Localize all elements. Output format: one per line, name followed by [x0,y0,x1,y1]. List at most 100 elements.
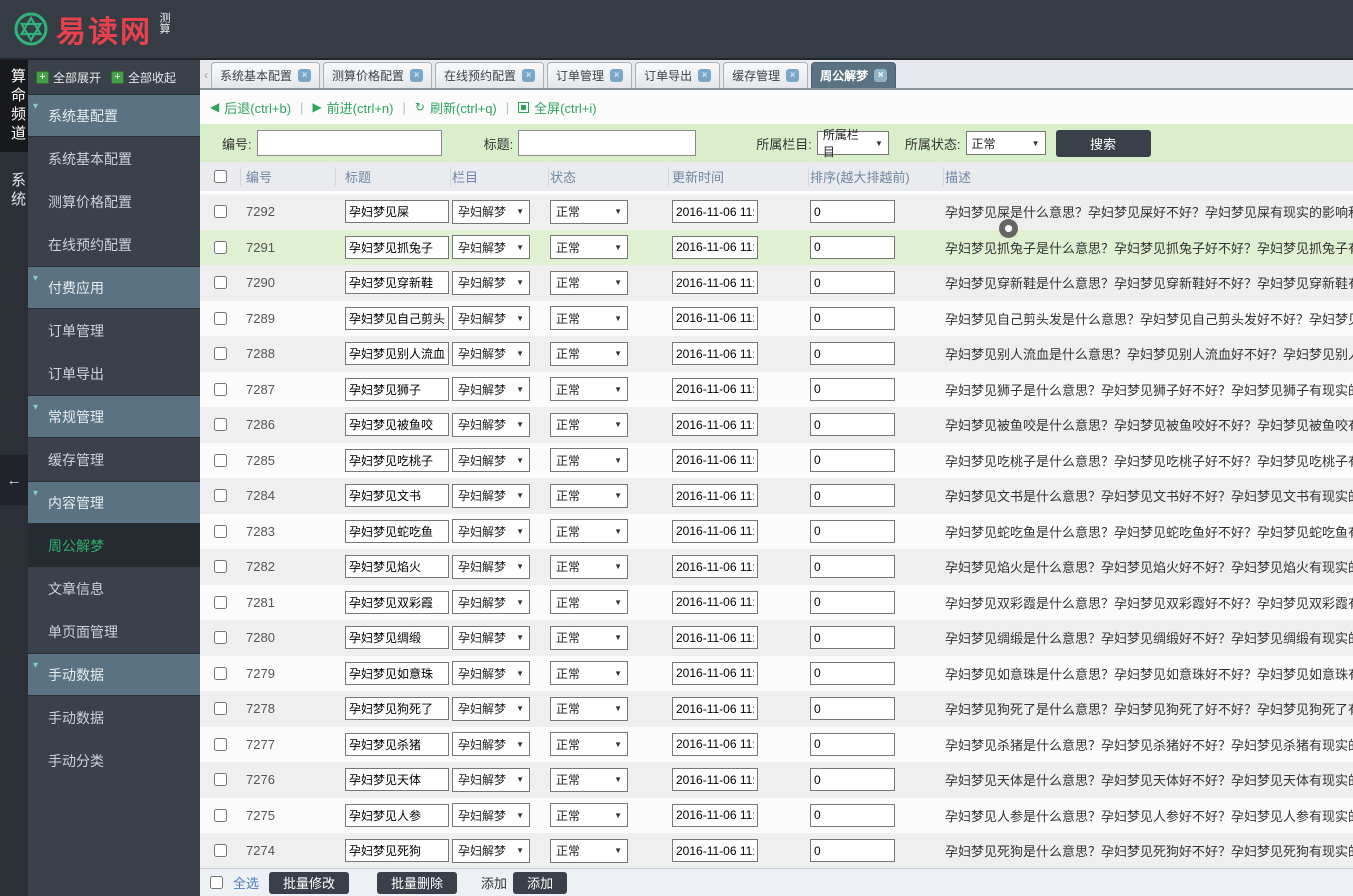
row-column-select[interactable]: 孕妇解梦 ▼ [452,270,530,295]
row-checkbox[interactable] [213,844,227,858]
row-updated-input[interactable] [672,306,758,330]
title-filter-input[interactable] [518,130,697,156]
row-updated-input[interactable] [672,803,758,827]
row-checkbox[interactable] [213,240,227,254]
sidebar-item-订单导出[interactable]: 订单导出 [28,352,200,395]
row-status-select[interactable]: 正常 ▼ [550,448,628,473]
row-title-input[interactable] [345,271,449,295]
row-checkbox[interactable] [213,808,227,822]
row-sort-input[interactable] [810,200,895,224]
row-sort-input[interactable] [810,271,895,295]
row-column-select[interactable]: 孕妇解梦 ▼ [452,519,530,544]
row-column-select[interactable]: 孕妇解梦 ▼ [452,803,530,828]
toolbar-back-arrow-button[interactable]: ◀ 后退(ctrl+b) [210,98,291,117]
sidebar-item-周公解梦[interactable]: 周公解梦 [28,524,200,567]
add-button[interactable]: 添加 [513,871,568,894]
row-title-input[interactable] [345,590,449,614]
row-updated-input[interactable] [672,413,758,437]
tab-scroll-left-icon[interactable]: ‹ [202,68,211,88]
row-title-input[interactable] [345,519,449,543]
row-updated-input[interactable] [672,235,758,259]
row-title-input[interactable] [345,235,449,259]
row-status-select[interactable]: 正常 ▼ [550,235,628,260]
tab-周公解梦[interactable]: 周公解梦 × [811,62,897,88]
expand-all-button[interactable]: + 全部展开 [36,69,101,86]
row-column-select[interactable]: 孕妇解梦 ▼ [452,483,530,508]
sidebar-item-缓存管理[interactable]: 缓存管理 [28,438,200,481]
sidebar-collapse-arrow[interactable]: ← [0,455,28,505]
row-sort-input[interactable] [810,306,895,330]
row-title-input[interactable] [345,413,449,437]
row-status-select[interactable]: 正常 ▼ [550,270,628,295]
row-checkbox[interactable] [213,595,227,609]
close-icon[interactable]: × [522,69,536,82]
tab-缓存管理[interactable]: 缓存管理 × [723,62,809,88]
row-title-input[interactable] [345,342,449,366]
row-sort-input[interactable] [810,448,895,472]
toolbar-fullscreen-button[interactable]: 全屏(ctrl+i) [518,98,597,117]
row-status-select[interactable]: 正常 ▼ [550,483,628,508]
row-column-select[interactable]: 孕妇解梦 ▼ [452,696,530,721]
row-checkbox[interactable] [213,524,227,538]
row-title-input[interactable] [345,732,449,756]
close-icon[interactable]: × [610,69,624,82]
row-sort-input[interactable] [810,555,895,579]
row-checkbox[interactable] [213,347,227,361]
select-all-checkbox-header[interactable] [213,170,227,183]
row-sort-input[interactable] [810,661,895,685]
close-icon[interactable]: × [698,69,712,82]
row-status-select[interactable]: 正常 ▼ [550,590,628,615]
row-checkbox[interactable] [213,702,227,716]
row-checkbox[interactable] [213,276,227,290]
column-filter-select[interactable]: 所属栏目 ▼ [816,128,889,159]
select-all-link[interactable]: 全选 [233,873,259,892]
row-status-select[interactable]: 正常 ▼ [550,767,628,792]
close-icon[interactable]: × [874,69,888,82]
row-column-select[interactable]: 孕妇解梦 ▼ [452,838,530,863]
status-filter-select[interactable]: 正常 ▼ [965,131,1046,155]
row-sort-input[interactable] [810,803,895,827]
row-updated-input[interactable] [672,271,758,295]
row-updated-input[interactable] [672,732,758,756]
sidebar-group-常规管理[interactable]: ▾ 常规管理 [28,395,200,438]
row-column-select[interactable]: 孕妇解梦 ▼ [452,412,530,437]
row-title-input[interactable] [345,661,449,685]
sidebar-group-手动数据[interactable]: ▾ 手动数据 [28,653,200,696]
sidebar-item-在线预约配置[interactable]: 在线预约配置 [28,223,200,266]
row-checkbox[interactable] [213,737,227,751]
row-sort-input[interactable] [810,839,895,863]
row-column-select[interactable]: 孕妇解梦 ▼ [452,235,530,260]
row-title-input[interactable] [345,306,449,330]
row-sort-input[interactable] [810,590,895,614]
row-column-select[interactable]: 孕妇解梦 ▼ [452,625,530,650]
row-status-select[interactable]: 正常 ▼ [550,554,628,579]
row-checkbox[interactable] [213,631,227,645]
row-sort-input[interactable] [810,732,895,756]
row-status-select[interactable]: 正常 ▼ [550,412,628,437]
row-checkbox[interactable] [213,560,227,574]
row-title-input[interactable] [345,839,449,863]
batch-delete-button[interactable]: 批量删除 [377,871,458,894]
tab-订单管理[interactable]: 订单管理 × [547,62,633,88]
row-sort-input[interactable] [810,626,895,650]
row-title-input[interactable] [345,803,449,827]
row-column-select[interactable]: 孕妇解梦 ▼ [452,732,530,757]
row-sort-input[interactable] [810,484,895,508]
row-sort-input[interactable] [810,519,895,543]
row-checkbox[interactable] [213,773,227,787]
sidebar-group-付费应用[interactable]: ▾ 付费应用 [28,266,200,309]
row-column-select[interactable]: 孕妇解梦 ▼ [452,199,530,224]
row-status-select[interactable]: 正常 ▼ [550,661,628,686]
tab-系统基本配置[interactable]: 系统基本配置 × [211,62,321,88]
tab-在线预约配置[interactable]: 在线预约配置 × [435,62,545,88]
row-status-select[interactable]: 正常 ▼ [550,341,628,366]
row-column-select[interactable]: 孕妇解梦 ▼ [452,306,530,331]
batch-edit-button[interactable]: 批量修改 [269,871,350,894]
row-status-select[interactable]: 正常 ▼ [550,519,628,544]
row-sort-input[interactable] [810,235,895,259]
row-checkbox[interactable] [213,453,227,467]
search-button[interactable]: 搜索 [1055,129,1151,157]
toolbar-refresh-button[interactable]: ↻ 刷新(ctrl+q) [415,98,497,117]
row-updated-input[interactable] [672,555,758,579]
sidebar-item-手动分类[interactable]: 手动分类 [28,739,200,782]
